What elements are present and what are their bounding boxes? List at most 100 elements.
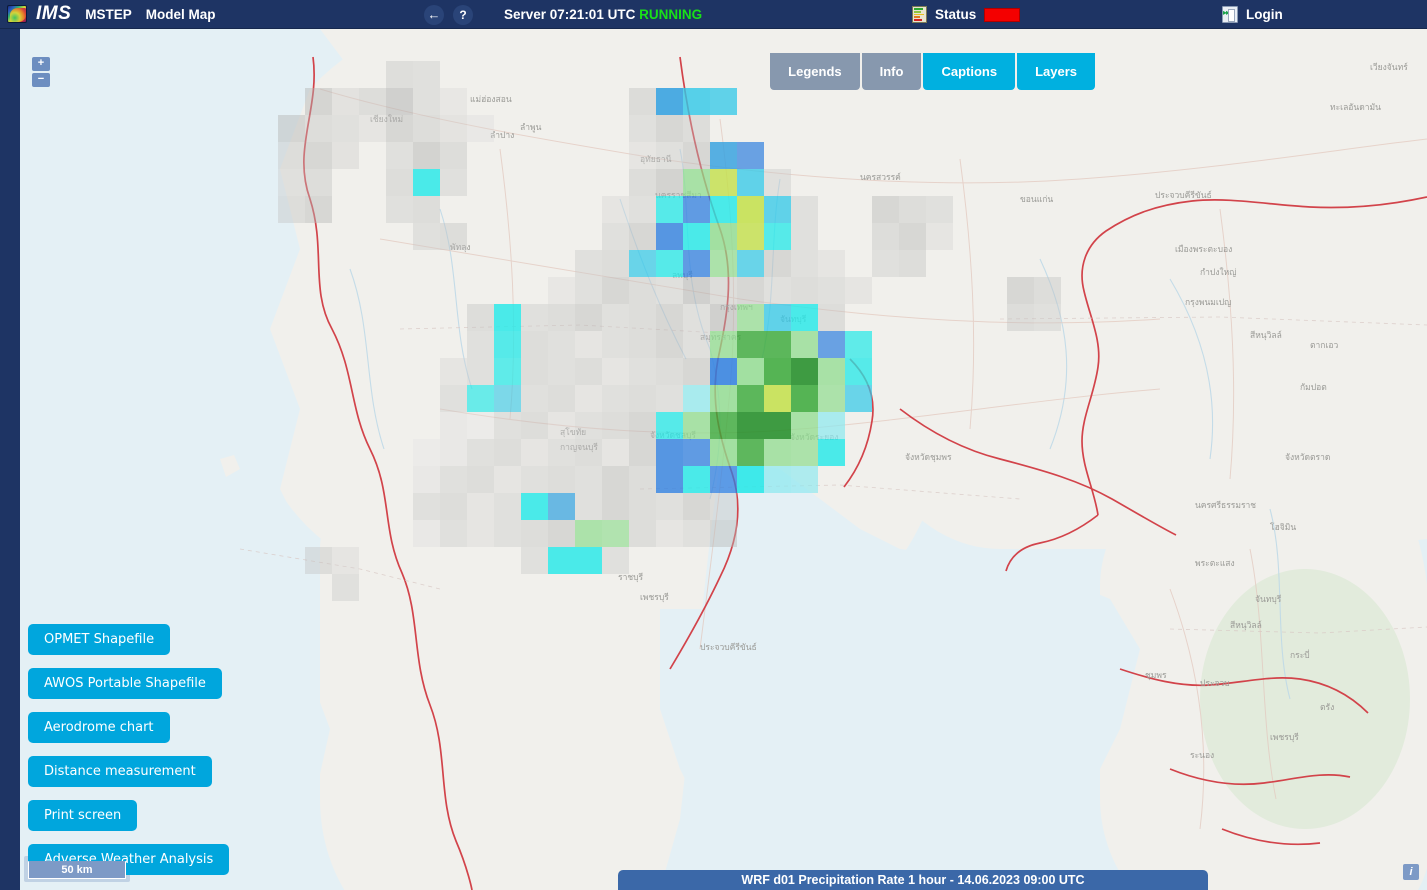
tab-legends[interactable]: Legends [770,53,859,90]
login-enter-icon [1222,6,1238,23]
precip-cell [710,358,737,385]
precip-cell [467,358,494,385]
precip-cell [440,412,467,439]
precip-cell [872,196,899,223]
precip-cell [737,385,764,412]
precip-cell [710,493,737,520]
precip-cell [710,196,737,223]
precip-cell [737,358,764,385]
precip-cell [656,169,683,196]
precip-cell [440,223,467,250]
status-badge[interactable] [984,8,1020,22]
precip-cell [602,493,629,520]
precip-cell [575,466,602,493]
tool-button-print-screen[interactable]: Print screen [28,800,137,831]
precip-cell [1007,304,1034,331]
precip-cell [548,331,575,358]
precip-cell [467,466,494,493]
precip-cell [764,331,791,358]
precip-cell [440,169,467,196]
precip-cell [845,358,872,385]
zoom-out-button[interactable]: − [32,73,50,87]
precip-cell [521,439,548,466]
tool-button-aerodrome-chart[interactable]: Aerodrome chart [28,712,170,743]
precip-cell [575,331,602,358]
header-center-group: ← ? Server 07:21:01 UTC RUNNING [424,0,702,29]
precip-cell [521,493,548,520]
precip-cell [710,88,737,115]
precip-cell [521,358,548,385]
tool-button-awos-portable-shapefile[interactable]: AWOS Portable Shapefile [28,668,222,699]
tab-info[interactable]: Info [862,53,922,90]
precip-cell [683,331,710,358]
login-button[interactable]: Login [1222,0,1283,29]
tool-button-opmet-shapefile[interactable]: OPMET Shapefile [28,624,170,655]
tool-button-distance-measurement[interactable]: Distance measurement [28,756,212,787]
precip-cell [737,439,764,466]
precip-cell [629,412,656,439]
precip-cell [305,115,332,142]
map-tools-toolbar[interactable]: OPMET Shapefile AWOS Portable Shapefile Ae… [28,624,229,875]
precip-cell [467,439,494,466]
precip-cell [386,61,413,88]
zoom-controls[interactable]: + − [32,57,50,87]
zoom-in-button[interactable]: + [32,57,50,71]
status-label: Status [935,7,976,22]
precip-cell [791,331,818,358]
precip-cell [602,358,629,385]
precip-cell [386,88,413,115]
precip-cell [764,358,791,385]
precip-cell [656,196,683,223]
precip-cell [386,142,413,169]
precip-cell [845,277,872,304]
precip-cell [818,304,845,331]
tab-captions[interactable]: Captions [923,53,1015,90]
map-canvas[interactable]: แม่ฮ่องสอนลำปางอุทัยธานีนครสวรรค์ขอนแก่น… [20,29,1427,890]
precip-cell [467,331,494,358]
precip-cell [926,196,953,223]
precip-cell [548,547,575,574]
precip-cell [440,439,467,466]
precip-cell [548,277,575,304]
scalebar: 50 km [28,861,126,879]
precip-cell [548,520,575,547]
precip-cell [791,304,818,331]
precip-cell [494,493,521,520]
precip-cell [1034,304,1061,331]
back-arrow-icon[interactable]: ← [424,5,444,25]
precip-cell [521,304,548,331]
precip-cell [683,412,710,439]
precip-cell [629,385,656,412]
precip-cell [764,169,791,196]
precip-cell [629,304,656,331]
precip-cell [629,223,656,250]
precip-cell [656,520,683,547]
precip-cell [737,412,764,439]
app-header: IMS MSTEP Model Map ← ? Server 07:21:01 … [0,0,1427,29]
precip-cell [656,142,683,169]
precip-cell [656,250,683,277]
precip-cell [467,412,494,439]
precip-cell [629,115,656,142]
precip-cell [683,223,710,250]
precip-cell [656,88,683,115]
tab-layers[interactable]: Layers [1017,53,1095,90]
info-attribution-button[interactable]: i [1403,864,1419,880]
precip-cell [818,439,845,466]
precip-cell [602,331,629,358]
precip-cell [629,169,656,196]
precip-cell [494,304,521,331]
precip-cell [602,439,629,466]
precip-cell [845,331,872,358]
precip-cell [602,466,629,493]
precip-cell [440,358,467,385]
panel-tabs[interactable]: LegendsInfoCaptionsLayers [770,53,1095,90]
precip-cell [413,196,440,223]
precip-cell [629,88,656,115]
precip-cell [305,88,332,115]
help-question-icon[interactable]: ? [453,5,473,25]
precip-cell [305,142,332,169]
precip-cell [737,304,764,331]
precip-cell [413,169,440,196]
precip-cell [629,250,656,277]
